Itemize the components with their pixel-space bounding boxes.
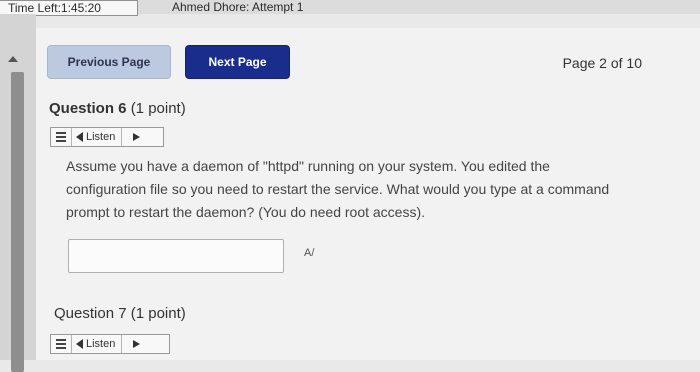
play-icon [132,340,140,348]
next-page-button[interactable]: Next Page [185,45,290,79]
left-scroll-rail [0,14,36,372]
previous-page-button[interactable]: Previous Page [47,45,171,79]
listen-label: Listen [86,131,116,143]
question-7-listen-toolbar: Listen [50,334,170,354]
question-7-title: Question 7 (1 point) [54,305,186,322]
question-6-text: Assume you have a daemon of "httpd" runn… [66,158,610,220]
play-button[interactable] [122,335,150,353]
question-6-answer-input[interactable] [68,239,284,273]
scrollbar-thumb[interactable] [11,72,24,372]
scroll-up-icon[interactable] [8,56,18,62]
attempt-label: Ahmed Dhore: Attempt 1 [172,0,304,14]
question-7-points: (1 point) [130,305,186,322]
listen-button[interactable]: Listen [72,128,123,146]
question-6-listen-toolbar: Listen [50,127,164,147]
menu-icon[interactable] [51,335,72,353]
speaker-icon [76,132,83,142]
question-7-number: Question 7 [54,305,127,322]
spellcheck-icon[interactable]: A/ [304,247,314,259]
speaker-icon [76,339,83,349]
play-icon [132,133,140,141]
listen-button[interactable]: Listen [72,335,123,353]
question-6-title: Question 6 (1 point) [49,100,186,117]
question-6-points: (1 point) [130,100,186,117]
menu-icon[interactable] [51,128,72,146]
status-bar: Time Left:1:45:20 Ahmed Dhore: Attempt 1 [0,0,700,16]
page-indicator: Page 2 of 10 [562,55,642,71]
question-6-number: Question 6 [49,100,127,117]
listen-label: Listen [86,338,116,350]
quiz-panel: Previous Page Next Page Page 2 of 10 Que… [36,28,700,360]
play-button[interactable] [122,128,150,146]
